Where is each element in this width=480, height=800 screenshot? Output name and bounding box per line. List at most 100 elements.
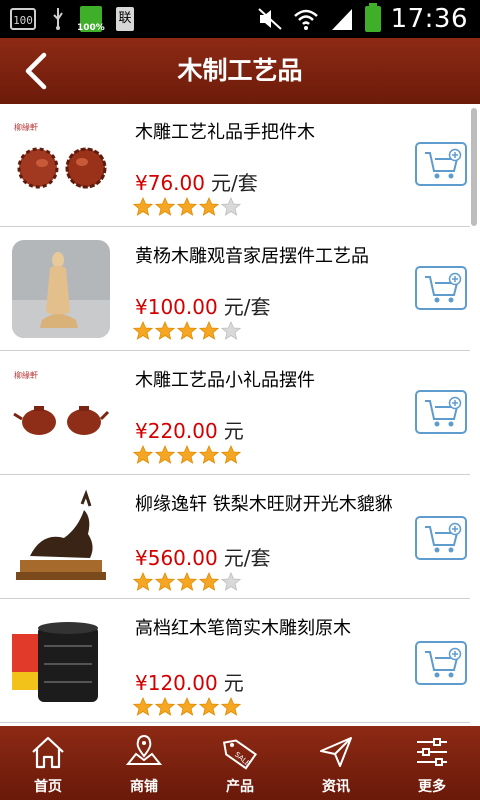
clock-time: 17:36 — [390, 4, 468, 34]
cart-add-icon — [425, 522, 462, 553]
map-icon — [126, 735, 162, 765]
price-unit: 元/套 — [223, 295, 271, 319]
add-to-cart-button[interactable] — [415, 390, 467, 434]
star-filled-icon — [199, 445, 219, 464]
price-value: ¥220.00 — [135, 419, 218, 443]
product-price: ¥560.00 元/套 — [135, 542, 270, 571]
star-filled-icon — [199, 321, 219, 340]
battery-icon — [364, 3, 381, 32]
product-thumbnail[interactable] — [12, 488, 110, 586]
cart-add-icon — [425, 396, 462, 427]
star-filled-icon — [199, 572, 219, 591]
product-list[interactable]: 柳緣軒 木雕工艺礼品手把件木 ¥76.00 元/套 黄杨木雕观音家居摆件工艺品 … — [0, 104, 470, 726]
brush-pot-image — [12, 612, 110, 710]
rating-stars — [133, 321, 241, 341]
page-title: 木制工艺品 — [177, 56, 303, 85]
app-header: 木制工艺品 — [0, 38, 480, 104]
cart-add-icon — [425, 272, 462, 303]
star-filled-icon — [221, 697, 241, 716]
star-filled-icon — [155, 445, 175, 464]
nav-item-products[interactable]: SALE 产品 — [192, 726, 288, 800]
product-item[interactable]: 柳緣軒 木雕工艺品小礼品摆件 ¥220.00 元 — [0, 352, 470, 475]
product-thumbnail[interactable] — [12, 612, 110, 710]
price-value: ¥100.00 — [135, 295, 218, 319]
product-item[interactable]: 高档红木笔筒实木雕刻原木 ¥120.00 元 — [0, 600, 470, 723]
rating-stars — [133, 197, 241, 217]
product-price: ¥120.00 元 — [135, 667, 244, 696]
paper-plane-icon — [320, 737, 352, 767]
star-filled-icon — [133, 697, 153, 716]
price-value: ¥120.00 — [135, 671, 218, 695]
add-to-cart-button[interactable] — [415, 641, 467, 685]
star-filled-icon — [133, 572, 153, 591]
product-thumbnail[interactable]: 柳緣軒 — [12, 116, 110, 214]
product-item[interactable]: 柳緣軒 木雕工艺礼品手把件木 ¥76.00 元/套 — [0, 104, 470, 227]
signal-badge-icon: 100 — [10, 8, 36, 30]
teapot-carving-image: 柳緣軒 — [13, 370, 110, 435]
nav-label: 资讯 — [322, 779, 350, 795]
scrollbar[interactable] — [471, 108, 477, 226]
star-empty-icon — [221, 197, 241, 216]
guanyin-statue-image — [12, 240, 110, 338]
star-filled-icon — [155, 321, 175, 340]
star-filled-icon — [177, 572, 197, 591]
add-to-cart-button[interactable] — [415, 516, 467, 560]
star-filled-icon — [155, 572, 175, 591]
star-filled-icon — [133, 321, 153, 340]
star-filled-icon — [133, 197, 153, 216]
product-item[interactable]: 柳缘逸轩 铁梨木旺财开光木貔貅 ¥560.00 元/套 — [0, 476, 470, 599]
product-name[interactable]: 柳缘逸轩 铁梨木旺财开光木貔貅 — [135, 492, 400, 518]
product-name[interactable]: 黄杨木雕观音家居摆件工艺品 — [135, 244, 400, 270]
product-name[interactable]: 木雕工艺品小礼品摆件 — [135, 368, 400, 394]
nav-label: 产品 — [226, 779, 254, 795]
sale-tag-icon: SALE — [222, 739, 258, 770]
svg-text:柳緣軒: 柳緣軒 — [14, 370, 38, 380]
cart-add-icon — [425, 148, 462, 179]
product-item[interactable]: 黄杨木雕观音家居摆件工艺品 ¥100.00 元/套 — [0, 228, 470, 351]
star-filled-icon — [177, 445, 197, 464]
usb-icon — [53, 8, 63, 30]
price-unit: 元 — [223, 419, 244, 443]
bottom-nav: 首页 商铺 SALE 产品 资讯 更多 — [0, 726, 480, 800]
star-filled-icon — [155, 697, 175, 716]
nav-item-shops[interactable]: 商铺 — [96, 726, 192, 800]
star-filled-icon — [199, 197, 219, 216]
cart-add-icon — [425, 647, 462, 678]
nav-item-news[interactable]: 资讯 — [288, 726, 384, 800]
wifi-icon — [293, 9, 318, 30]
price-value: ¥76.00 — [135, 171, 205, 195]
star-filled-icon — [221, 445, 241, 464]
star-empty-icon — [221, 321, 241, 340]
star-filled-icon — [133, 445, 153, 464]
star-filled-icon — [177, 697, 197, 716]
price-unit: 元/套 — [223, 546, 271, 570]
product-price: ¥100.00 元/套 — [135, 291, 270, 320]
star-filled-icon — [199, 697, 219, 716]
product-name[interactable]: 高档红木笔筒实木雕刻原木 — [135, 616, 400, 642]
price-unit: 元/套 — [210, 171, 258, 195]
battery-small-label: 100% — [77, 23, 105, 33]
status-bar: 100 100% 联 17:36 — [0, 0, 480, 38]
sliders-icon — [417, 738, 447, 766]
pixiu-statue-image — [12, 488, 110, 586]
mute-icon — [257, 8, 282, 30]
add-to-cart-button[interactable] — [415, 142, 467, 186]
rating-stars — [133, 572, 241, 592]
product-thumbnail[interactable]: 柳緣軒 — [12, 364, 110, 462]
wood-carving-balls-image: 柳緣軒 — [14, 122, 107, 189]
product-name[interactable]: 木雕工艺礼品手把件木 — [135, 120, 400, 146]
nav-item-home[interactable]: 首页 — [0, 726, 96, 800]
product-thumbnail[interactable] — [12, 240, 110, 338]
nav-label: 商铺 — [130, 779, 158, 795]
rating-stars — [133, 445, 241, 465]
price-value: ¥560.00 — [135, 546, 218, 570]
nav-item-more[interactable]: 更多 — [384, 726, 480, 800]
star-filled-icon — [177, 321, 197, 340]
product-price: ¥220.00 元 — [135, 415, 244, 444]
add-to-cart-button[interactable] — [415, 266, 467, 310]
nav-label: 更多 — [418, 779, 446, 795]
document-icon: 联 — [116, 7, 134, 31]
price-unit: 元 — [223, 671, 244, 695]
back-arrow-icon[interactable] — [18, 52, 54, 90]
svg-text:柳緣軒: 柳緣軒 — [14, 122, 38, 132]
